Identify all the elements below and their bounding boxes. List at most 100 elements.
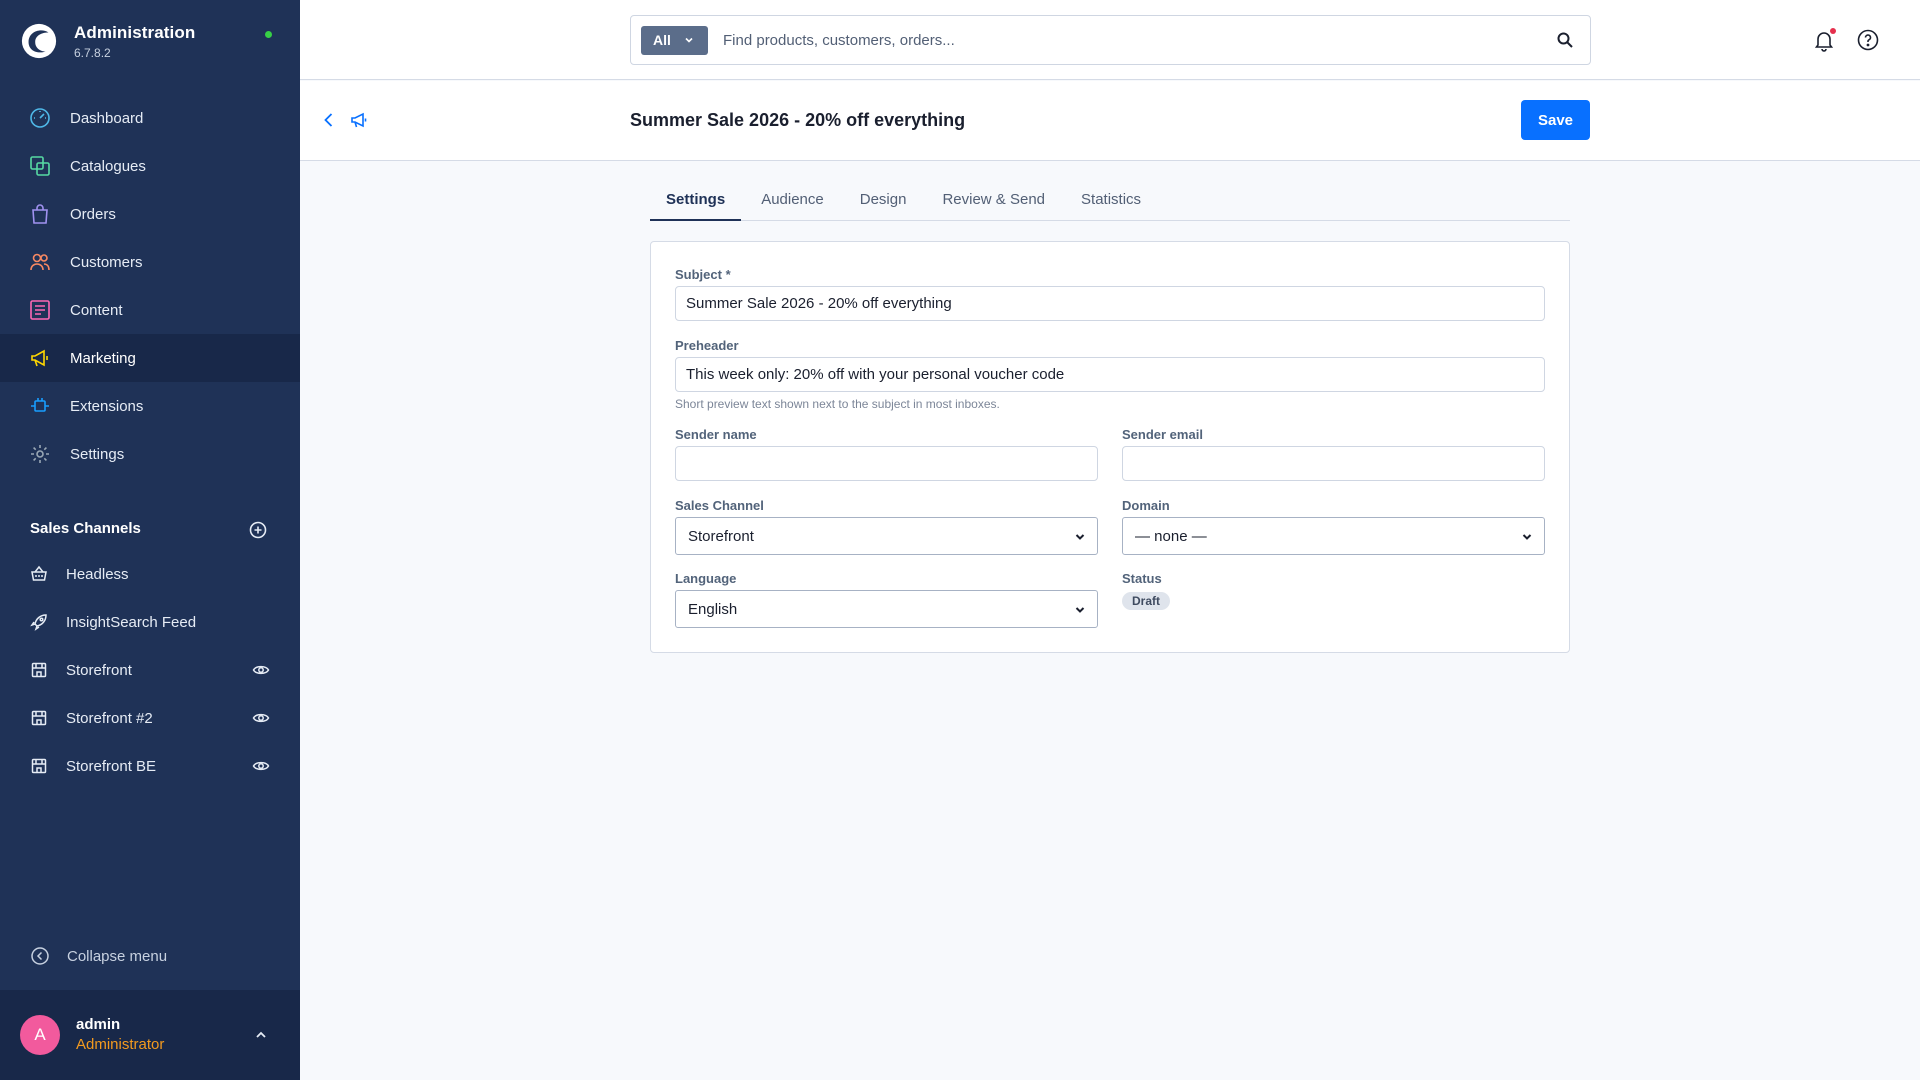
sales-channel-value: Storefront	[688, 527, 754, 545]
sidebar-item-label: Settings	[70, 445, 125, 463]
user-role: Administrator	[76, 1036, 165, 1053]
tab-audience[interactable]: Audience	[745, 180, 840, 221]
sidebar-item-settings[interactable]: Settings	[0, 430, 300, 478]
sidebar-item-label: Customers	[70, 253, 143, 271]
search-type-select[interactable]: All	[641, 25, 708, 55]
content-icon	[29, 299, 51, 321]
help-icon[interactable]	[1856, 28, 1880, 52]
chevron-down-icon	[685, 37, 693, 43]
status-label: Status	[1122, 571, 1162, 586]
sidebar-item-label: Catalogues	[70, 157, 146, 175]
sidebar-item-dashboard[interactable]: Dashboard	[0, 94, 300, 142]
sales-channel-label: InsightSearch Feed	[66, 613, 197, 631]
sales-channel-storefront-be[interactable]: Storefront BE	[0, 742, 300, 790]
sales-channel-select[interactable]: Storefront	[675, 517, 1098, 555]
language-select[interactable]: English	[675, 590, 1098, 628]
page-header: Summer Sale 2026 - 20% off everything Sa…	[300, 81, 1920, 161]
sender-name-input[interactable]	[675, 446, 1098, 481]
sales-channel-label: Storefront BE	[66, 757, 157, 775]
notification-badge	[1830, 28, 1836, 34]
chevron-left-circle-icon	[31, 947, 49, 965]
eye-icon[interactable]	[252, 757, 270, 775]
sales-channel-list: Headless InsightSearch Feed Storefront S…	[0, 550, 300, 790]
global-search: All	[630, 15, 1591, 65]
sender-name-label: Sender name	[675, 427, 757, 442]
sales-channel-label: Sales Channel	[675, 498, 764, 513]
sidebar-item-orders[interactable]: Orders	[0, 190, 300, 238]
catalogue-icon	[29, 155, 51, 177]
save-button[interactable]: Save	[1521, 100, 1590, 140]
sidebar-item-catalogues[interactable]: Catalogues	[0, 142, 300, 190]
domain-select[interactable]: — none —	[1122, 517, 1545, 555]
sales-channel-label: Headless	[66, 565, 129, 583]
main-nav: Dashboard Catalogues Orders Customers Co…	[0, 94, 300, 478]
preheader-input[interactable]	[675, 357, 1545, 392]
collapse-menu-button[interactable]: Collapse menu	[30, 946, 167, 966]
app-version: 6.7.8.2	[74, 45, 111, 60]
sales-channel-label: Storefront #2	[66, 709, 153, 727]
search-icon[interactable]	[1556, 31, 1574, 49]
plug-icon	[29, 395, 51, 417]
basket-icon	[30, 565, 48, 583]
chevron-down-icon	[1075, 607, 1085, 613]
add-sales-channel-icon[interactable]	[248, 520, 268, 540]
preheader-label: Preheader	[675, 338, 739, 353]
sidebar: Administration 6.7.8.2 Dashboard Catalog…	[0, 0, 300, 1080]
sidebar-item-label: Marketing	[70, 349, 136, 367]
dashboard-icon	[29, 107, 51, 129]
language-label: Language	[675, 571, 737, 586]
store-icon	[30, 661, 48, 679]
top-bar: All	[300, 0, 1920, 80]
shopware-logo-icon	[21, 23, 57, 59]
rocket-icon	[30, 613, 48, 631]
orders-icon	[29, 203, 51, 225]
customers-icon	[29, 251, 51, 273]
sidebar-item-label: Orders	[70, 205, 116, 223]
sales-channel-insightsearch-feed[interactable]: InsightSearch Feed	[0, 598, 300, 646]
megaphone-icon	[351, 112, 367, 128]
sidebar-item-label: Extensions	[70, 397, 144, 415]
subject-label: Subject *	[675, 267, 731, 282]
eye-icon[interactable]	[252, 709, 270, 727]
user-name: admin	[76, 1016, 121, 1033]
store-icon	[30, 757, 48, 775]
chevron-down-icon	[1075, 534, 1085, 540]
status-indicator	[265, 31, 272, 38]
settings-card: Subject * Preheader Short preview text s…	[650, 241, 1570, 653]
sales-channel-storefront[interactable]: Storefront	[0, 646, 300, 694]
tab-review-send[interactable]: Review & Send	[926, 180, 1061, 221]
sidebar-item-marketing[interactable]: Marketing	[0, 334, 300, 382]
sales-channels-heading: Sales Channels	[30, 520, 141, 537]
preheader-help-text: Short preview text shown next to the sub…	[675, 397, 1000, 411]
megaphone-icon	[29, 347, 51, 369]
language-value: English	[688, 600, 738, 618]
collapse-menu-label: Collapse menu	[67, 947, 168, 965]
brand: Administration 6.7.8.2	[20, 22, 195, 60]
sales-channel-headless[interactable]: Headless	[0, 550, 300, 598]
store-icon	[30, 709, 48, 727]
subject-input[interactable]	[675, 286, 1545, 321]
gear-icon	[29, 443, 51, 465]
sidebar-item-content[interactable]: Content	[0, 286, 300, 334]
sidebar-item-label: Content	[70, 301, 123, 319]
chevron-left-icon[interactable]	[319, 110, 339, 130]
app-title: Administration	[74, 22, 196, 42]
tab-statistics[interactable]: Statistics	[1065, 180, 1157, 221]
sidebar-item-customers[interactable]: Customers	[0, 238, 300, 286]
tab-settings[interactable]: Settings	[650, 180, 742, 221]
sender-email-label: Sender email	[1122, 427, 1203, 442]
domain-label: Domain	[1122, 498, 1170, 513]
sender-email-input[interactable]	[1122, 446, 1545, 481]
avatar: A	[20, 1015, 60, 1055]
eye-icon[interactable]	[252, 661, 270, 679]
status-badge: Draft	[1122, 592, 1171, 610]
search-input[interactable]	[723, 31, 1523, 49]
tab-design[interactable]: Design	[844, 180, 923, 221]
chevron-up-icon[interactable]	[252, 1026, 270, 1044]
tab-bar: Settings Audience Design Review & Send S…	[650, 180, 1570, 221]
sidebar-item-extensions[interactable]: Extensions	[0, 382, 300, 430]
sales-channel-label: Storefront	[66, 661, 132, 679]
user-menu[interactable]: A admin Administrator	[0, 990, 300, 1080]
sales-channel-storefront-2[interactable]: Storefront #2	[0, 694, 300, 742]
page-title: Summer Sale 2026 - 20% off everything	[630, 110, 966, 130]
